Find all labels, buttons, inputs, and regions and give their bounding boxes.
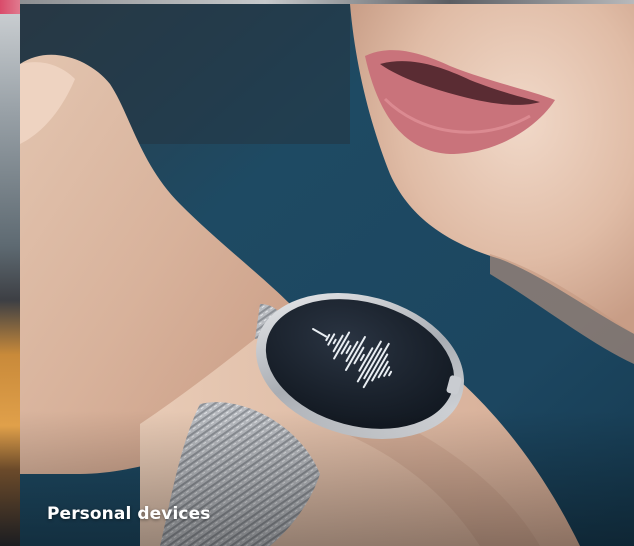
card-title: Personal devices <box>47 504 211 524</box>
previous-card-sliver[interactable] <box>0 0 20 546</box>
card-image <box>20 4 634 546</box>
personal-devices-card[interactable]: Personal devices <box>20 4 634 546</box>
carousel-viewport: Personal devices <box>0 0 634 546</box>
previous-card-accent <box>0 0 20 14</box>
